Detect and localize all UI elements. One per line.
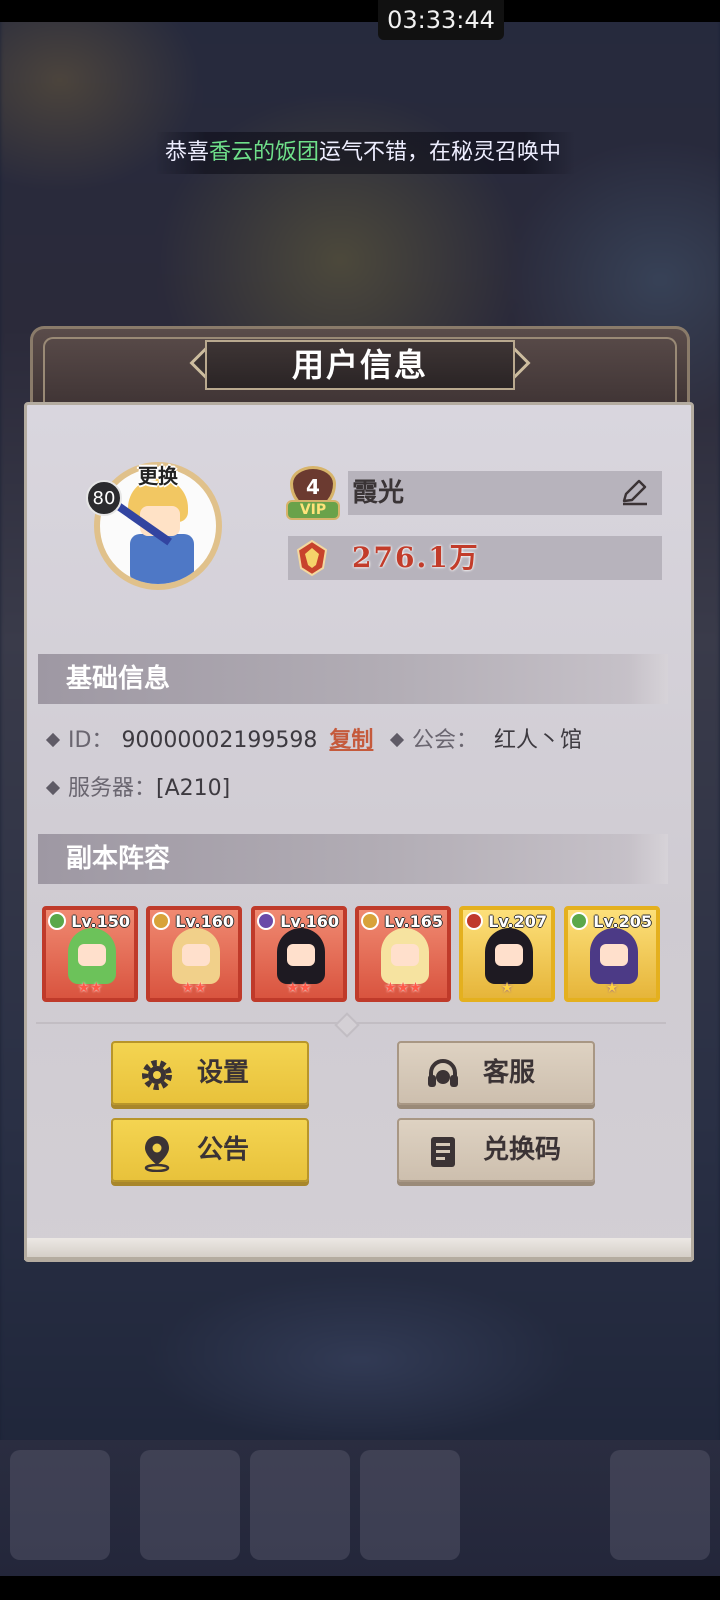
notice-label: 公告 (197, 1135, 250, 1165)
support-button[interactable]: 客服 (397, 1041, 595, 1105)
hero-level: Lv.205 (593, 912, 652, 931)
settings-label: 设置 (197, 1058, 250, 1088)
system-nav-bar (0, 1576, 720, 1600)
player-level-badge: 80 (86, 480, 122, 516)
bullet-icon (45, 732, 61, 748)
hero-level: Lv.165 (384, 912, 443, 931)
settings-button[interactable]: 设置 (111, 1041, 309, 1105)
bottom-nav-slot (250, 1450, 350, 1560)
redeem-code-button[interactable]: 兑换码 (397, 1118, 595, 1182)
element-icon (570, 912, 588, 930)
location-pin-icon (144, 1136, 170, 1172)
vip-label: VIP (286, 500, 340, 520)
hero-level: Lv.160 (175, 912, 234, 931)
id-label: ID： (68, 728, 114, 753)
bottom-nav-slot (610, 1450, 710, 1560)
hero-face (600, 944, 628, 966)
hero-level: Lv.160 (280, 912, 339, 931)
guild-value: 红人丶馆 (494, 728, 583, 753)
hero-stars: ★★ (77, 980, 103, 996)
hero-card[interactable]: Lv.165 ★★★ (355, 906, 451, 1002)
guild-row: 公会： 红人丶馆 (389, 726, 583, 756)
hero-face (287, 944, 315, 966)
hero-stars: ★★ (181, 980, 207, 996)
ticker-suffix: 运气不错，在秘灵召唤中 (319, 140, 562, 165)
bullet-icon (45, 780, 61, 796)
bullet-icon (389, 732, 405, 748)
hero-stars: ★ (605, 980, 619, 996)
hero-card[interactable]: Lv.160 ★★ (251, 906, 347, 1002)
hero-level: Lv.150 (71, 912, 130, 931)
bottom-nav-slot (360, 1450, 460, 1560)
server-row: 服务器：[A210] (45, 774, 231, 804)
element-icon (465, 912, 483, 930)
hero-card[interactable]: Lv.150 ★★ (42, 906, 138, 1002)
hero-face (495, 944, 523, 966)
hero-stars: ★ (500, 980, 514, 996)
document-icon (431, 1137, 455, 1167)
hero-face (78, 944, 106, 966)
guild-label: 公会： (412, 728, 479, 753)
element-icon (48, 912, 66, 930)
headset-icon (428, 1059, 458, 1087)
bottom-nav-slot (140, 1450, 240, 1560)
status-bar (0, 0, 720, 22)
ticker-prefix: 恭喜 (165, 140, 210, 165)
hero-card[interactable]: Lv.205 ★ (564, 906, 660, 1002)
announcement-ticker: 恭喜香云的饭团运气不错，在秘灵召唤中 (155, 132, 575, 174)
element-icon (361, 912, 379, 930)
id-row: ID： 90000002199598 复制 (45, 726, 373, 756)
notice-button[interactable]: 公告 (111, 1118, 309, 1182)
hero-stars: ★★★ (384, 980, 422, 996)
change-avatar-button[interactable]: 更换 (128, 460, 188, 488)
support-label: 客服 (483, 1058, 536, 1088)
hero-level: Lv.207 (488, 912, 547, 931)
player-name: 霞光 (352, 478, 405, 508)
element-icon (152, 912, 170, 930)
gear-icon (142, 1060, 172, 1090)
element-icon (257, 912, 275, 930)
lineup-header: 副本阵容 (38, 834, 668, 884)
clock: 03:33:44 (378, 0, 504, 40)
server-value: [A210] (156, 776, 231, 801)
copy-id-button[interactable]: 复制 (329, 728, 373, 753)
redeem-code-label: 兑换码 (483, 1135, 562, 1165)
bottom-nav-slot (10, 1450, 110, 1560)
hero-card[interactable]: Lv.160 ★★ (146, 906, 242, 1002)
vip-badge: 4 VIP (286, 466, 340, 522)
hero-card[interactable]: Lv.207 ★ (459, 906, 555, 1002)
server-label: 服务器： (68, 776, 157, 801)
hero-stars: ★★ (286, 980, 312, 996)
combat-power: 276.1万 (352, 541, 480, 574)
basic-info-header: 基础信息 (38, 654, 668, 704)
id-value: 90000002199598 (121, 728, 318, 753)
ticker-player-name: 香云的饭团 (209, 140, 320, 165)
crest-icon (296, 539, 328, 577)
dialog-bottom-trim (24, 1238, 694, 1260)
hero-face (182, 944, 210, 966)
dialog-title: 用户信息 (205, 340, 515, 390)
pencil-icon[interactable] (620, 477, 650, 507)
hero-face (391, 944, 419, 966)
